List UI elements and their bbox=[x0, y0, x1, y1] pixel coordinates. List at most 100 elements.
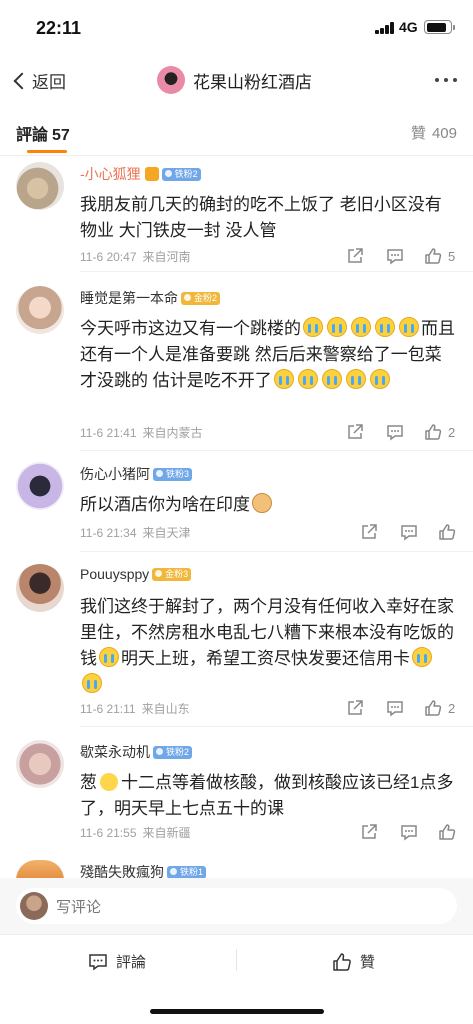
tab-likes[interactable]: 贊 409 bbox=[411, 122, 457, 143]
avatar[interactable] bbox=[16, 564, 64, 612]
comment-text: 葱十二点等着做核酸，做到核酸应该已经1点多了，明天早上七点五十的课 bbox=[80, 770, 456, 822]
account-avatar bbox=[157, 66, 185, 94]
comment-actions: 2 bbox=[0, 423, 473, 441]
active-tab-indicator bbox=[27, 150, 67, 153]
comment-actions bbox=[0, 823, 473, 841]
comment-tabs: 評論 57 贊 409 bbox=[0, 104, 473, 156]
chick-emoji-icon bbox=[100, 773, 118, 791]
home-indicator bbox=[150, 1009, 324, 1014]
chevron-left-icon bbox=[13, 72, 31, 89]
comment-text-part: 明天上班，希望工资尽快发要还信用卡 bbox=[121, 649, 410, 668]
more-options-icon[interactable] bbox=[435, 78, 457, 82]
crying-emoji-icon bbox=[297, 369, 318, 389]
reply-icon[interactable] bbox=[386, 699, 404, 717]
fan-badge: 铁粉1 bbox=[167, 865, 207, 879]
avatar[interactable] bbox=[16, 286, 64, 334]
share-icon[interactable] bbox=[346, 699, 364, 717]
my-avatar bbox=[20, 892, 48, 920]
crying-emoji-icon bbox=[99, 647, 119, 667]
comment-username[interactable]: Pouuyspру bbox=[80, 566, 149, 582]
comment-input[interactable]: 写评论 bbox=[16, 888, 457, 924]
comment-actions bbox=[0, 523, 473, 541]
signal-icon bbox=[375, 22, 395, 34]
share-icon[interactable] bbox=[360, 823, 378, 841]
like-bottom-button[interactable]: 贊 bbox=[332, 951, 375, 972]
crying-emoji-icon bbox=[327, 317, 347, 337]
like-button[interactable]: 2 bbox=[424, 699, 455, 717]
like-count: 2 bbox=[448, 424, 456, 440]
like-count: 5 bbox=[448, 248, 456, 264]
comment-text: 今天呼市这边又有一个跳楼的 而且还有一个人是准备要跳 然后后来警察给了一包菜才没跳… bbox=[80, 316, 456, 394]
thumbs-up-icon bbox=[425, 424, 442, 440]
comment-item: 伤心小猪阿 铁粉3 所以酒店你为啥在印度 11-6 21:34 来自天津 bbox=[0, 462, 473, 552]
crying-emoji-icon bbox=[82, 673, 102, 693]
back-label: 返回 bbox=[32, 73, 66, 92]
back-button[interactable]: 返回 bbox=[10, 68, 66, 93]
comment-icon bbox=[89, 953, 107, 970]
reply-icon[interactable] bbox=[386, 247, 404, 265]
comment-button-label: 評論 bbox=[116, 954, 147, 971]
like-button[interactable]: 5 bbox=[424, 247, 455, 265]
crying-emoji-icon bbox=[399, 317, 419, 337]
avatar[interactable] bbox=[16, 462, 64, 510]
like-count: 2 bbox=[448, 700, 456, 716]
page-title: 花果山粉红酒店 bbox=[193, 72, 312, 92]
fan-badge: 金粉3 bbox=[152, 567, 192, 581]
comment-text-part: 今天呼市这边又有一个跳楼的 bbox=[80, 319, 301, 338]
avatar[interactable] bbox=[16, 740, 64, 788]
fan-badge: 铁粉3 bbox=[153, 467, 193, 481]
thumbs-up-icon bbox=[425, 700, 442, 716]
crying-emoji-icon bbox=[303, 317, 323, 337]
reply-icon[interactable] bbox=[400, 523, 418, 541]
thumbs-up-icon bbox=[425, 248, 442, 264]
thumbs-up-icon bbox=[333, 952, 351, 971]
tab-comments-count: 57 bbox=[52, 127, 70, 144]
comment-input-area: 写评论 bbox=[0, 878, 473, 934]
crying-emoji-icon bbox=[273, 369, 294, 389]
comment-text: 我朋友前几天的确封的吃不上饭了 老旧小区没有物业 大门铁皮一封 没人管 bbox=[80, 195, 442, 240]
comment-username[interactable]: 伤心小猪阿 bbox=[80, 464, 150, 484]
comment-actions: 5 bbox=[0, 247, 473, 265]
share-icon[interactable] bbox=[346, 247, 364, 265]
fan-badge: 金粉2 bbox=[181, 291, 221, 305]
reply-icon[interactable] bbox=[386, 423, 404, 441]
share-icon[interactable] bbox=[360, 523, 378, 541]
thumbs-up-icon bbox=[439, 524, 456, 540]
vip-icon bbox=[144, 167, 159, 181]
avatar[interactable] bbox=[16, 860, 64, 880]
fan-badge: 铁粉2 bbox=[161, 167, 201, 181]
comment-username[interactable]: 睡觉是第一本命 bbox=[80, 288, 178, 308]
tab-likes-count: 409 bbox=[431, 125, 457, 142]
battery-icon bbox=[424, 20, 455, 34]
comment-item: -小心狐狸 铁粉2 我朋友前几天的确封的吃不上饭了 老旧小区没有物业 大门铁皮一… bbox=[0, 162, 473, 272]
comment-item: Pouuyspру 金粉3 我们这终于解封了，两个月没有任何收入幸好在家里住，不… bbox=[0, 564, 473, 727]
divider bbox=[80, 551, 473, 552]
avatar[interactable] bbox=[16, 162, 64, 210]
status-bar: 22:11 4G bbox=[0, 0, 473, 56]
comment-username[interactable]: -小心狐狸 bbox=[80, 164, 141, 184]
divider bbox=[236, 949, 237, 971]
comment-text: 我们这终于解封了，两个月没有任何收入幸好在家里住，不然房租水电乱七八糟下来根本没… bbox=[80, 594, 456, 698]
tab-comments[interactable]: 評論 57 bbox=[16, 121, 70, 145]
crying-emoji-icon bbox=[375, 317, 395, 337]
crying-emoji-icon bbox=[321, 369, 342, 389]
tab-likes-label: 贊 bbox=[410, 125, 426, 142]
like-button[interactable] bbox=[438, 523, 456, 541]
like-button-label: 贊 bbox=[360, 954, 376, 971]
like-button[interactable]: 2 bbox=[424, 423, 455, 441]
comment-text-part: 葱 bbox=[80, 773, 97, 792]
nav-bar: 返回 花果山粉红酒店 bbox=[0, 56, 473, 104]
reply-icon[interactable] bbox=[400, 823, 418, 841]
like-button[interactable] bbox=[438, 823, 456, 841]
thumbs-up-icon bbox=[439, 824, 456, 840]
crying-emoji-icon bbox=[345, 369, 366, 389]
comment-input-placeholder: 写评论 bbox=[56, 898, 102, 916]
comment-button[interactable]: 評論 bbox=[88, 951, 146, 972]
doge-emoji-icon bbox=[252, 493, 272, 513]
comment-item: 睡觉是第一本命 金粉2 今天呼市这边又有一个跳楼的 而且还有一个人是准备要跳 然后… bbox=[0, 286, 473, 451]
network-type: 4G bbox=[399, 19, 418, 35]
nav-title-group[interactable]: 花果山粉红酒店 bbox=[157, 66, 312, 94]
comment-username[interactable]: 歇菜永动机 bbox=[80, 742, 150, 762]
share-icon[interactable] bbox=[346, 423, 364, 441]
bottom-action-bar: 評論 贊 bbox=[0, 934, 473, 1024]
